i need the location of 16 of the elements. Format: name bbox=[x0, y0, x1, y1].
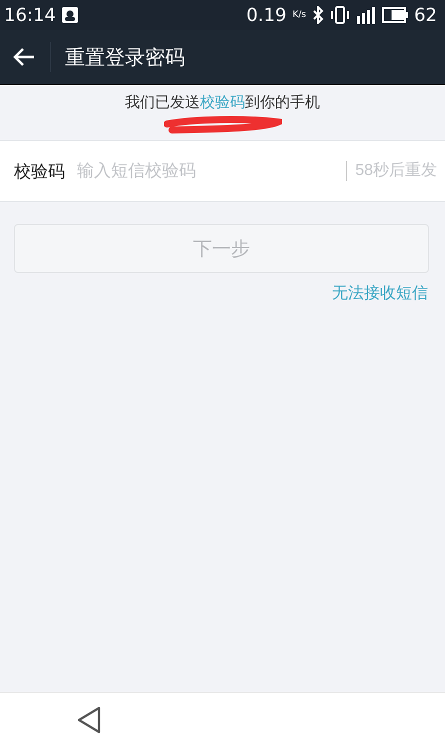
page-title: 重置登录密码 bbox=[65, 44, 185, 70]
notification-icon bbox=[62, 7, 78, 23]
back-arrow-icon[interactable] bbox=[13, 47, 35, 67]
code-input-field[interactable]: 输入短信校验码 bbox=[75, 160, 346, 182]
signal-icon bbox=[356, 6, 376, 24]
time: 16:14 bbox=[4, 4, 56, 26]
network-speed: 0.19 bbox=[246, 4, 286, 26]
nav-back-button[interactable] bbox=[76, 706, 102, 734]
field-label: 校验码 bbox=[14, 160, 65, 182]
notice-text: 我们已发送校验码到你的手机 bbox=[125, 93, 320, 112]
battery-percent: 62 bbox=[414, 4, 437, 26]
bluetooth-icon bbox=[312, 6, 324, 24]
speed-unit: K/s bbox=[292, 10, 306, 20]
battery-icon bbox=[382, 7, 408, 23]
help-link[interactable]: 无法接收短信 bbox=[332, 283, 428, 304]
vibrate-icon bbox=[330, 6, 350, 24]
